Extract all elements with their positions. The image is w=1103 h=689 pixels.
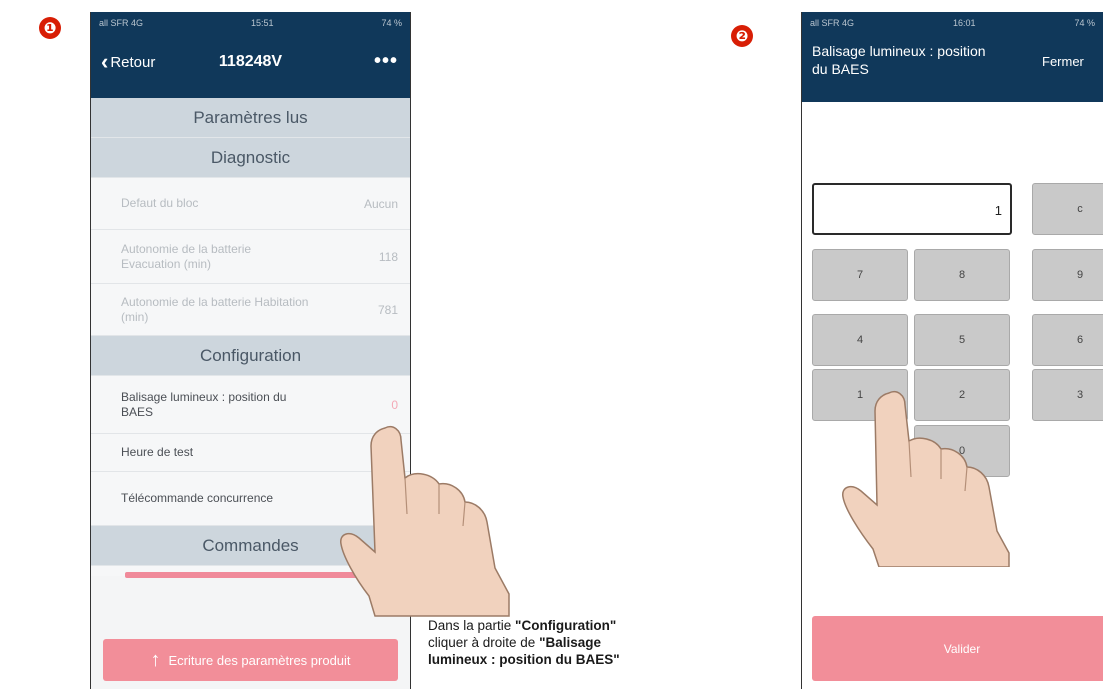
config-row-telecommande[interactable]: Télécommande concurrence Ura <box>91 472 410 526</box>
app-header: all SFR 4G 15:51 74 % ‹ Retour 118248V •… <box>91 12 410 98</box>
status-bar: all SFR 4G 15:51 74 % <box>91 12 410 34</box>
value-input[interactable]: 1 <box>812 183 1012 235</box>
row-label: Defaut du bloc <box>121 196 199 210</box>
key-5[interactable]: 5 <box>914 314 1010 366</box>
battery-label: 74 % <box>1074 18 1095 28</box>
row-label: Heure de test <box>121 445 194 459</box>
diagnostic-row-bloc: Defaut du bloc Aucun <box>91 178 410 230</box>
carrier-label: all SFR 4G <box>810 18 855 28</box>
phone-screen-parameters: all SFR 4G 15:51 74 % ‹ Retour 118248V •… <box>90 12 411 689</box>
key-6[interactable]: 6 <box>1032 314 1103 366</box>
row-value: Aucun <box>363 196 398 211</box>
tutorial-page: ❶ ❷ all SFR 4G 15:51 74 % ‹ Retour 11824… <box>0 0 1103 689</box>
section-diagnostic: Diagnostic <box>91 138 410 178</box>
key-1[interactable]: 1 <box>812 369 908 421</box>
key-4[interactable]: 4 <box>812 314 908 366</box>
caption-bold: lumineux : position du BAES" <box>428 652 620 667</box>
config-row-balisage[interactable]: Balisage lumineux : position du BAES 0 <box>91 376 410 434</box>
row-value: 781 <box>377 302 398 317</box>
row-label: Télécommande concurrence <box>121 491 274 505</box>
row-value[interactable]: Ura <box>379 492 398 506</box>
row-label: Autonomie de la batterie Evacuation (min… <box>121 241 252 271</box>
caption-bold: "Configuration" <box>515 618 617 633</box>
step-one-badge: ❶ <box>39 17 61 39</box>
key-clear[interactable]: c <box>1032 183 1103 235</box>
row-value[interactable]: 08:3 <box>375 446 398 460</box>
section-commandes: Commandes <box>91 526 410 566</box>
write-parameters-label: Ecriture des paramètres produit <box>168 652 351 668</box>
caption-bold: "Balisage <box>539 635 602 650</box>
diagnostic-row-evacuation: Autonomie de la batterie Evacuation (min… <box>91 230 410 284</box>
key-0[interactable]: 0 <box>914 425 1010 477</box>
caption-text: Dans la partie <box>428 618 516 633</box>
key-3[interactable]: 3 <box>1032 369 1103 421</box>
dialog-title: Balisage lumineux : position du BAES <box>812 43 986 77</box>
phone-screen-keypad: all SFR 4G 16:01 74 % Balisage lumineux … <box>801 12 1103 689</box>
row-value: 118 <box>378 249 398 264</box>
key-2[interactable]: 2 <box>914 369 1010 421</box>
validate-button[interactable]: Valider <box>812 616 1103 681</box>
back-label: Retour <box>110 53 156 71</box>
section-params-read: Paramètres lus <box>91 98 410 138</box>
write-parameters-button[interactable]: ↑ Ecriture des paramètres produit <box>103 639 398 681</box>
key-8[interactable]: 8 <box>914 249 1010 301</box>
app-header: all SFR 4G 16:01 74 % Balisage lumineux … <box>802 12 1103 102</box>
clock-label: 16:01 <box>952 18 976 28</box>
close-button[interactable]: Fermer <box>1042 54 1084 69</box>
caption-text: cliquer à droite de <box>428 635 540 650</box>
status-bar: all SFR 4G 16:01 74 % <box>802 12 1103 34</box>
step-two-badge: ❷ <box>731 25 753 47</box>
row-value[interactable]: 0 <box>391 398 398 412</box>
more-options-icon[interactable]: ••• <box>374 50 398 73</box>
command-button-edge[interactable] <box>91 566 410 578</box>
row-label: Autonomie de la batterie Habitation (min… <box>121 294 309 324</box>
back-button[interactable]: ‹ Retour <box>101 51 155 73</box>
row-label: Balisage lumineux : position du BAES <box>121 389 287 419</box>
clock-label: 15:51 <box>250 18 274 28</box>
arrow-up-icon: ↑ <box>150 648 161 671</box>
battery-label: 74 % <box>381 18 402 28</box>
chevron-left-icon: ‹ <box>101 49 109 74</box>
key-7[interactable]: 7 <box>812 249 908 301</box>
diagnostic-row-habitation: Autonomie de la batterie Habitation (min… <box>91 284 410 336</box>
config-row-heure-test[interactable]: Heure de test 08:3 <box>91 434 410 472</box>
navigation-bar: ‹ Retour 118248V ••• <box>91 34 410 90</box>
carrier-label: all SFR 4G <box>99 18 144 28</box>
key-9[interactable]: 9 <box>1032 249 1103 301</box>
section-configuration: Configuration <box>91 336 410 376</box>
instruction-caption: Dans la partie "Configuration" cliquer à… <box>428 617 710 668</box>
